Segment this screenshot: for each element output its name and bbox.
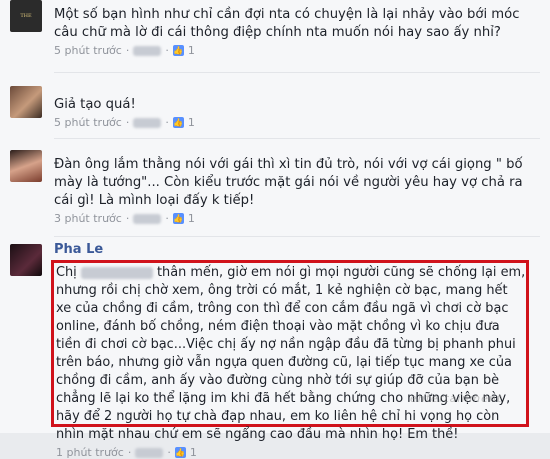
separator: · [165,116,169,129]
redacted-action [133,45,162,56]
like-count[interactable]: 1 [190,446,197,459]
avatar[interactable] [10,86,42,118]
comment-text: Một số bạn hình như chỉ cần đợi nta có c… [54,7,520,40]
divider [54,72,540,73]
like-icon[interactable]: 👍 [172,117,184,128]
comment-meta: 3 phút trước · · 👍 1 [54,212,540,225]
comment-feed: THE KINGDOM Một số bạn hình như chỉ cần … [0,0,550,459]
comment-meta: 5 phút trước · · 👍 1 [54,116,540,129]
redacted-action [135,447,164,458]
comment-time[interactable]: 5 phút trước [54,116,122,129]
comment-time[interactable]: 5 phút trước [54,44,122,57]
redacted-action [133,213,162,224]
separator: · [125,44,130,57]
comment-text-rest: thân mến, giờ em nói gì mọi người cũng s… [56,265,526,442]
avatar[interactable]: THE KINGDOM [10,0,42,32]
comment-text: Đàn ông lắm thằng nói với gái thì xì tin… [54,157,523,208]
like-count[interactable]: 1 [188,44,195,57]
comment-text: Chị thân mến, giờ em nói gì mọi người cũ… [56,264,526,444]
commenter-name[interactable]: Pha Le [54,242,540,257]
comment-text-start: Chị [56,265,77,280]
comment-time[interactable]: 1 phút trước [56,446,124,459]
avatar[interactable] [10,150,42,182]
separator: · [165,44,169,57]
comment-meta: 1 phút trước · · 👍 1 [56,446,526,459]
divider [54,236,540,237]
separator: · [125,116,130,129]
like-icon[interactable]: 👍 [172,45,184,56]
redacted-action [133,117,162,128]
comment-meta: 5 phút trước · · 👍 1 [54,44,540,57]
separator: · [127,446,132,459]
comment-text: Giả tạo quá! [54,97,136,112]
like-count[interactable]: 1 [188,212,195,225]
avatar[interactable] [10,244,42,276]
avatar-logo-text: THE KINGDOM [20,13,32,19]
watermark: entertainment [410,392,503,405]
separator: · [167,446,171,459]
comment-time[interactable]: 3 phút trước [54,212,122,225]
redacted-name [80,266,153,279]
like-count[interactable]: 1 [188,116,195,129]
separator: · [125,212,130,225]
like-icon[interactable]: 👍 [174,447,186,458]
divider [54,138,540,139]
separator: · [165,212,169,225]
like-icon[interactable]: 👍 [172,213,184,224]
